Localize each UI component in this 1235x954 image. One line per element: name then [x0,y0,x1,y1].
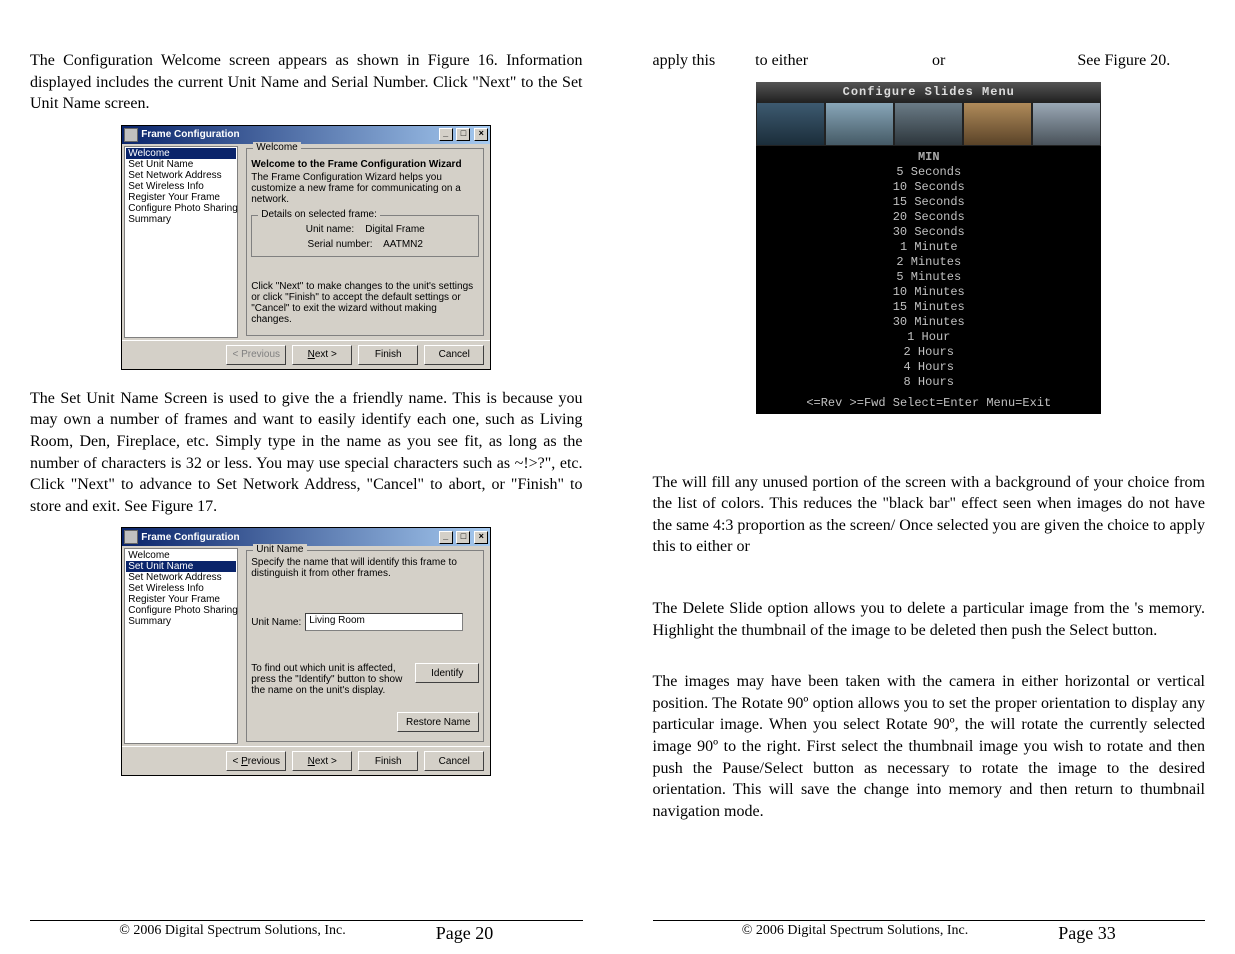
osd-item[interactable]: 15 Minutes [756,300,1101,315]
page-number-right: Page 33 [1058,923,1116,944]
osd-item[interactable]: 8 Hours [756,375,1101,390]
nav-set-wireless-info[interactable]: Set Wireless Info [126,181,236,192]
copyright-right: © 2006 Digital Spectrum Solutions, Inc. [742,923,968,944]
nav-configure-photo-sharing[interactable]: Configure Photo Sharing [126,203,236,214]
app-icon [124,128,138,142]
unitname-label: Unit name: [306,224,354,235]
osd-item[interactable]: 4 Hours [756,360,1101,375]
frame-config-dialog-welcome: Frame Configuration _ □ × Welcome Set Un… [121,125,491,370]
details-legend: Details on selected frame: [258,209,380,220]
close-button[interactable]: × [474,531,488,544]
next-button[interactable]: Next > [292,345,352,365]
osd-item[interactable]: 2 Hours [756,345,1101,360]
osd-item[interactable]: 10 Seconds [756,180,1101,195]
right-top-fragment: apply this to either or See Figure 20. [653,50,1206,72]
frame-config-dialog-unitname: Frame Configuration _ □ × Welcome Set Un… [121,527,491,776]
wizard-nav[interactable]: Welcome Set Unit Name Set Network Addres… [124,548,238,744]
identify-button[interactable]: Identify [415,663,479,683]
cancel-button[interactable]: Cancel [424,345,484,365]
unitname-value: Digital Frame [365,224,424,235]
nav-set-network-address[interactable]: Set Network Address [126,572,236,583]
previous-button[interactable]: < Previous [226,751,286,771]
unitname-desc: Specify the name that will identify this… [251,557,479,579]
finish-button[interactable]: Finish [358,751,418,771]
nav-register-your-frame[interactable]: Register Your Frame [126,594,236,605]
cancel-button[interactable]: Cancel [424,751,484,771]
nav-register-your-frame[interactable]: Register Your Frame [126,192,236,203]
nav-configure-photo-sharing[interactable]: Configure Photo Sharing [126,605,236,616]
rotate-paragraph: The images may have been taken with the … [653,671,1206,822]
unitname-input[interactable]: Living Room [305,613,463,631]
osd-item[interactable]: 5 Seconds [756,165,1101,180]
osd-item[interactable]: 1 Minute [756,240,1101,255]
osd-item[interactable]: 1 Hour [756,330,1101,345]
intro-paragraph-2: The Set Unit Name Screen is used to give… [30,388,583,518]
welcome-legend: Welcome [253,142,301,153]
copyright-left: © 2006 Digital Spectrum Solutions, Inc. [119,923,345,944]
osd-item[interactable]: 15 Seconds [756,195,1101,210]
nav-summary[interactable]: Summary [126,616,236,627]
nav-set-unit-name[interactable]: Set Unit Name [126,561,236,572]
background-paragraph: The will fill any unused portion of the … [653,472,1206,558]
nav-set-network-address[interactable]: Set Network Address [126,170,236,181]
osd-footer-hint: <=Rev >=Fwd Select=Enter Menu=Exit [756,396,1101,410]
unitname-legend: Unit Name [253,544,306,555]
osd-title: Configure Slides Menu [756,82,1101,102]
nav-welcome[interactable]: Welcome [126,550,236,561]
identify-hint: To find out which unit is affected, pres… [251,663,407,696]
close-button[interactable]: × [474,128,488,141]
maximize-button[interactable]: □ [456,531,470,544]
serial-label: Serial number: [308,239,373,250]
restore-name-button[interactable]: Restore Name [397,712,479,732]
osd-item[interactable]: 30 Minutes [756,315,1101,330]
osd-item[interactable]: 2 Minutes [756,255,1101,270]
titlebar[interactable]: Frame Configuration _ □ × [122,126,490,144]
nav-summary[interactable]: Summary [126,214,236,225]
window-title: Frame Configuration [141,129,437,140]
next-button[interactable]: Next > [292,751,352,771]
welcome-desc: The Frame Configuration Wizard helps you… [251,172,479,205]
window-title: Frame Configuration [141,532,437,543]
osd-thumbnails [756,102,1101,146]
welcome-hint: Click "Next" to make changes to the unit… [251,281,479,325]
delete-slide-paragraph: The Delete Slide option allows you to de… [653,598,1206,641]
wizard-nav[interactable]: Welcome Set Unit Name Set Network Addres… [124,146,238,338]
osd-item[interactable]: 20 Seconds [756,210,1101,225]
intro-paragraph-1: The Configuration Welcome screen appears… [30,50,583,115]
minimize-button[interactable]: _ [439,531,453,544]
nav-welcome[interactable]: Welcome [126,148,236,159]
page-number-left: Page 20 [436,923,494,944]
osd-item[interactable]: 10 Minutes [756,285,1101,300]
maximize-button[interactable]: □ [456,128,470,141]
serial-value: AATMN2 [383,239,423,250]
finish-button[interactable]: Finish [358,345,418,365]
osd-item[interactable]: 30 Seconds [756,225,1101,240]
app-icon [124,530,138,544]
welcome-heading: Welcome to the Frame Configuration Wizar… [251,159,479,170]
minimize-button[interactable]: _ [439,128,453,141]
previous-button: < Previous [226,345,286,365]
nav-set-unit-name[interactable]: Set Unit Name [126,159,236,170]
osd-col-header: MIN [756,150,1101,165]
unitname-field-label: Unit Name: [251,617,301,628]
osd-item[interactable]: 5 Minutes [756,270,1101,285]
nav-set-wireless-info[interactable]: Set Wireless Info [126,583,236,594]
configure-slides-menu: Configure Slides Menu MIN 5 Seconds 10 S… [756,82,1101,414]
